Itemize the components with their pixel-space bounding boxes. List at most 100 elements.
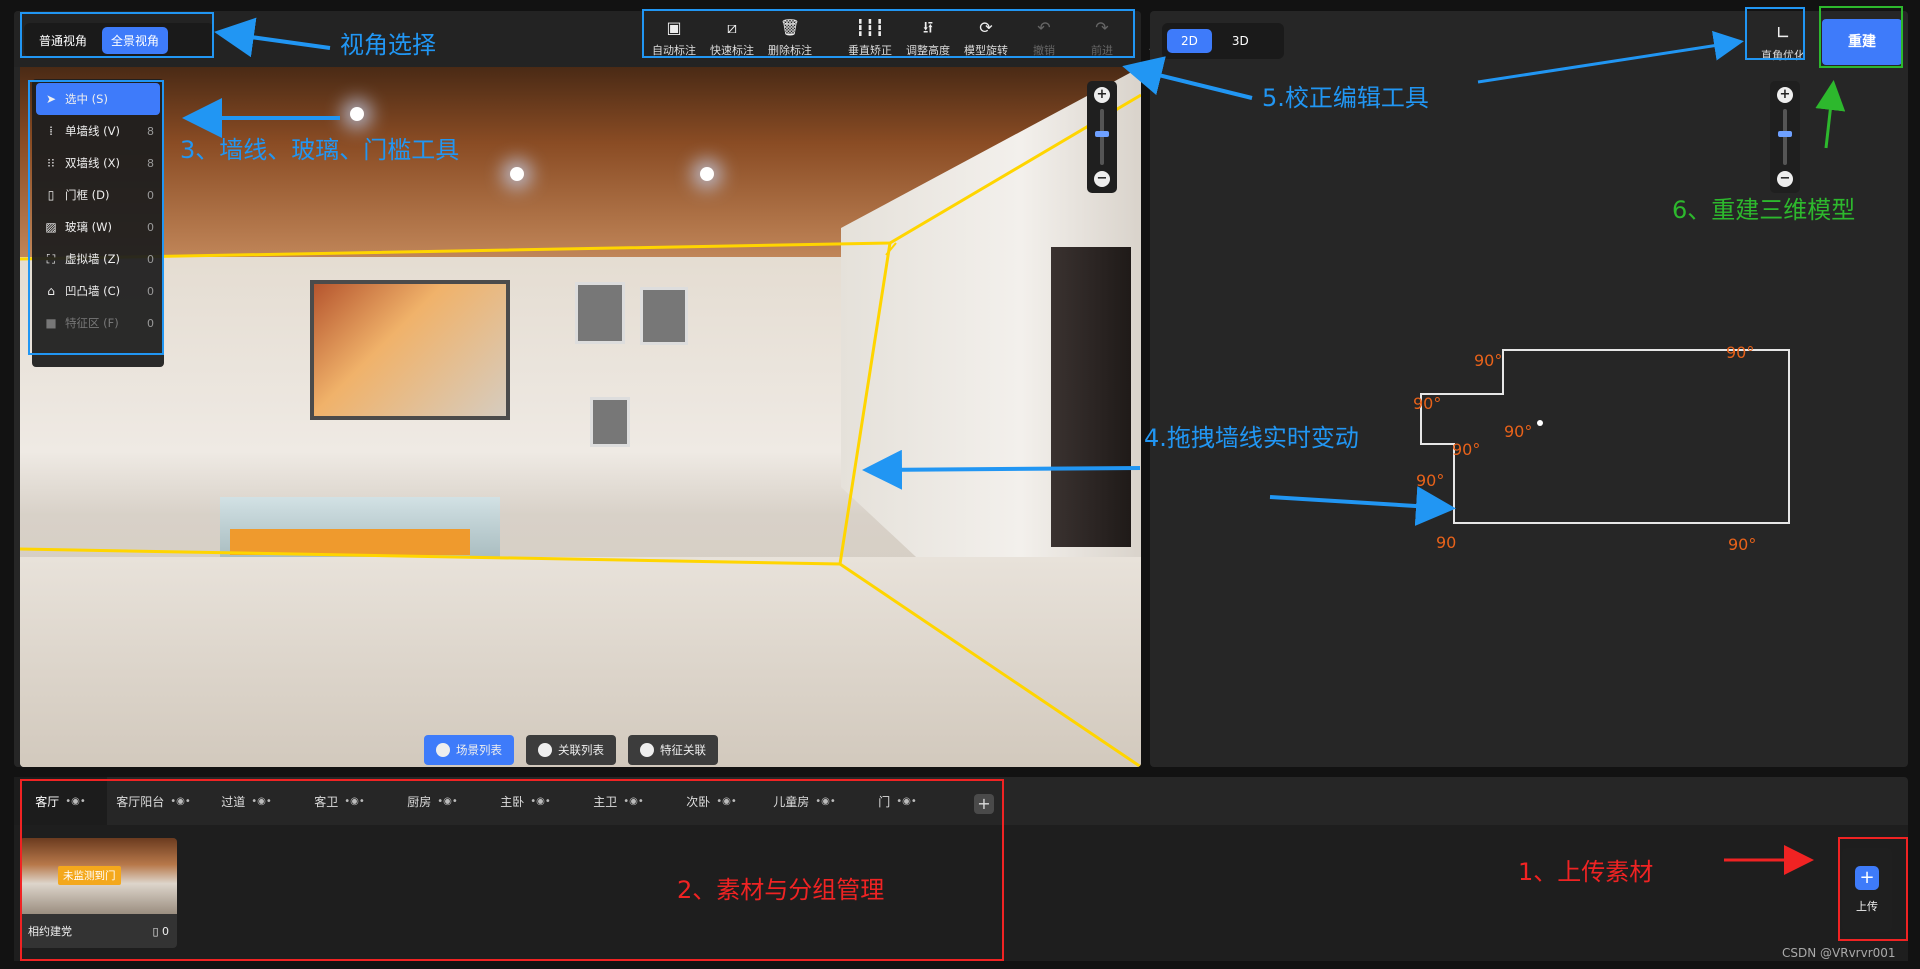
eye-icon[interactable]: •◉• [623,796,644,807]
room-center-point [1537,420,1543,426]
wall-tool-item[interactable]: ➤ 选中 (S) [36,83,160,115]
wall-tool-item[interactable]: ⁝⁝ 双墙线 (X) 8 [36,147,160,179]
floorplan-zoom-control: + − [1770,81,1800,193]
group-tab[interactable]: 客厅阳台 •◉• [107,777,200,825]
angle-label: 90° [1474,351,1502,370]
wall-tool-icon: ⌂ [47,284,55,298]
pano-zoom-control: + − [1087,81,1117,193]
eye-icon[interactable]: •◉• [344,796,365,807]
wall-tool-label: 凹凸墙 (C) [65,284,121,298]
wall-tool-label: 虚拟墙 (Z) [65,252,121,266]
tool-0[interactable]: ▣ 自动标注 [645,11,703,67]
eye-icon[interactable]: •◉• [65,796,86,807]
wall-line-top[interactable] [20,93,1141,261]
tool-icon: ┇┇┇ [855,18,885,37]
group-tab[interactable]: 主卫 •◉• [572,777,665,825]
eye-icon[interactable]: •◉• [437,796,458,807]
tool-label: 前进 [1091,44,1113,57]
material-name: 相约建党 [28,925,72,938]
group-tab[interactable]: 过道 •◉• [200,777,293,825]
pano-button-2[interactable]: 特征关联 [628,735,718,765]
pano-button-label: 关联列表 [558,743,604,757]
wall-tool-item[interactable]: ⛶ 虚拟墙 (Z) 0 [36,243,160,275]
wall-tool-item[interactable]: ▯ 门框 (D) 0 [36,179,160,211]
zoom-in-icon[interactable]: + [1777,87,1793,103]
zoom-out-icon[interactable]: − [1094,171,1110,187]
zoom-slider[interactable] [1095,109,1109,165]
tool-icon: ⟳ [979,18,993,37]
view-toggle: 普通视角 全景视角 [24,23,214,57]
wall-tool-item[interactable]: ⁞ 单墙线 (V) 8 [36,115,160,147]
zoom-slider[interactable] [1778,109,1792,165]
group-tab-label: 过道 [221,794,246,809]
rebuild-button[interactable]: 重建 [1822,19,1902,65]
group-tab-label: 厨房 [407,794,432,809]
eye-icon[interactable]: •◉• [530,796,551,807]
zoom-slider-thumb[interactable] [1778,131,1792,138]
wall-tool-icon: ▯ [47,188,55,202]
group-tab[interactable]: 次卧 •◉• [665,777,758,825]
tool-7[interactable]: ↷ 前进 [1073,11,1131,67]
wall-lines-overlay[interactable] [20,67,1141,767]
group-tab[interactable]: 儿童房 •◉• [758,777,851,825]
wall-tool-count: 8 [147,156,154,170]
2d-view-button[interactable]: 2D [1167,29,1212,53]
tool-1[interactable]: ⧄ 快速标注 [703,11,761,67]
upload-button[interactable]: + 上传 [1842,848,1892,932]
group-tab-label: 主卧 [500,794,525,809]
wall-tool-item[interactable]: ■ 特征区 (F) 0 [36,307,160,339]
zoom-in-icon[interactable]: + [1094,87,1110,103]
panorama-editor-panel: 普通视角 全景视角 ▣ 自动标注 ⧄ 快速标注 🗑 删除标注 ┇┇┇ 垂直矫正 ⭿ 调整高度 ⟳ 模型… [14,11,1171,767]
panorama-view-button[interactable]: 全景视角 [102,26,169,54]
pano-button-0[interactable]: 场景列表 [424,735,514,765]
group-tab-label: 门 [878,794,891,809]
tool-6[interactable]: ↶ 撤销 [1015,11,1073,67]
angle-label: 90° [1413,394,1441,413]
tool-2[interactable]: 🗑 删除标注 [761,11,819,67]
normal-view-button[interactable]: 普通视角 [30,27,96,54]
eye-icon[interactable]: •◉• [170,796,191,807]
tool-icon: ⧄ [726,18,738,37]
eye-icon[interactable]: •◉• [815,796,836,807]
wall-tool-label: 特征区 (F) [65,316,119,330]
3d-view-button[interactable]: 3D [1218,29,1263,53]
wall-line-corner[interactable] [838,242,892,565]
tool-4[interactable]: ⭿ 调整高度 [899,11,957,67]
wall-tool-icon: ▨ [45,220,57,234]
wall-tool-item[interactable]: ▨ 玻璃 (W) 0 [36,211,160,243]
wall-tool-count: 0 [147,220,154,234]
panorama-viewport[interactable] [20,67,1141,767]
group-tabs: 客厅 •◉• 客厅阳台 •◉• 过道 •◉• 客卫 •◉• 厨房 •◉• 主卧 •◉• 主卫 •◉• 次卧 •… [14,777,944,825]
wall-tool-icon: ➤ [45,92,57,106]
pano-button-1[interactable]: 关联列表 [526,735,616,765]
button-dot-icon [640,743,654,757]
tool-5[interactable]: ⟳ 模型旋转 [957,11,1015,67]
eye-icon[interactable]: •◉• [896,796,917,807]
group-tab[interactable]: 客厅 •◉• [14,777,107,825]
room-outline[interactable] [1420,349,1790,524]
group-tab[interactable]: 客卫 •◉• [293,777,386,825]
pano-bottom-buttons: 场景列表 关联列表 特征关联 [424,735,718,765]
angle-label: 90° [1728,535,1756,554]
wall-tool-item[interactable]: ⌂ 凹凸墙 (C) 0 [36,275,160,307]
wall-tool-label: 玻璃 (W) [65,220,112,234]
material-card[interactable]: 未监测到门 相约建党 ▯ 0 [20,838,177,948]
zoom-slider-thumb[interactable] [1095,131,1109,138]
add-group-button[interactable]: + [974,794,994,814]
wall-tool-label: 选中 (S) [65,92,108,106]
zoom-out-icon[interactable]: − [1777,171,1793,187]
right-angle-optimize-button[interactable]: ∟ 直角优化 [1755,19,1811,67]
group-tab[interactable]: 主卧 •◉• [479,777,572,825]
group-tab[interactable]: 厨房 •◉• [386,777,479,825]
watermark: CSDN @VRvrvr001 [1782,946,1896,960]
eye-icon[interactable]: •◉• [716,796,737,807]
tool-label: 撤销 [1033,44,1055,57]
group-tab-label: 客厅 [35,794,60,809]
group-tab[interactable]: 门 •◉• [851,777,944,825]
material-area: 未监测到门 相约建党 ▯ 0 [14,825,1908,961]
annotation-wall-tools: 3、墙线、玻璃、门槛工具 [180,136,460,164]
eye-icon[interactable]: •◉• [251,796,272,807]
tool-3[interactable]: ┇┇┇ 垂直矫正 [841,11,899,67]
pano-button-label: 特征关联 [660,743,706,757]
tool-icon: ↶ [1037,18,1051,37]
